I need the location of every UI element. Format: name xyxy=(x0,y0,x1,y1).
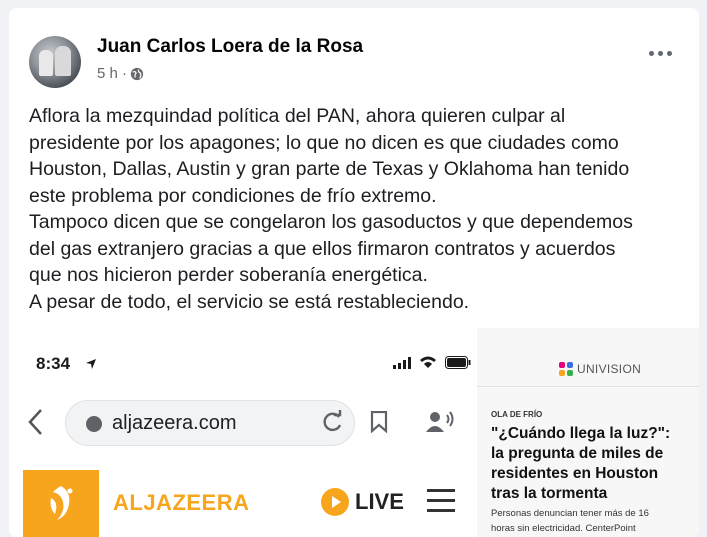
aljazeera-screenshot: 8:34 aljazeera.com ALJAZEERA LIVE xyxy=(9,328,477,537)
post-text: Aflora la mezquindad política del PAN, a… xyxy=(29,103,694,315)
summary-line: Personas denuncian tener más de 16 xyxy=(491,508,649,519)
aljazeera-logo[interactable] xyxy=(23,470,99,537)
article-headline: "¿Cuándo llega la luz?": la pregunta de … xyxy=(491,424,691,504)
aljazeera-emblem-icon xyxy=(50,485,73,520)
live-label: LIVE xyxy=(355,489,404,514)
aljazeera-header: ALJAZEERA LIVE xyxy=(9,470,477,537)
article-kicker: OLA DE FRÍO xyxy=(491,410,543,419)
globe-icon xyxy=(130,67,144,80)
univision-logo-text: UNIVISION xyxy=(577,362,642,376)
site-info-icon[interactable] xyxy=(86,416,102,432)
post-text-line: Tampoco dicen que se congelaron los gaso… xyxy=(29,211,633,233)
phone-status-bar: 8:34 xyxy=(33,354,473,374)
headline-line: residentes en Houston xyxy=(491,465,659,482)
post-meta: 5 h · xyxy=(97,65,144,82)
summary-line: horas sin electricidad. CenterPoint xyxy=(491,523,636,534)
headline-line: "¿Cuándo llega la luz?": xyxy=(491,425,671,442)
reload-icon[interactable] xyxy=(321,410,343,434)
post-time[interactable]: 5 h · xyxy=(97,65,127,82)
menu-icon[interactable] xyxy=(427,489,455,519)
post-text-line: presidente por los apagones; lo que no d… xyxy=(29,131,619,154)
post-text-line: este problema por condiciones de frío ex… xyxy=(29,184,437,207)
headline-line: tras la tormenta xyxy=(491,485,608,502)
battery-icon xyxy=(445,356,471,369)
signal-icon xyxy=(393,356,411,369)
url-text: aljazeera.com xyxy=(112,412,237,434)
listen-icon[interactable] xyxy=(426,410,456,434)
divider xyxy=(477,386,699,387)
univision-logo: UNIVISION xyxy=(559,362,641,376)
aljazeera-name: ALJAZEERA xyxy=(113,490,250,515)
headline-line: la pregunta de miles de xyxy=(491,445,664,462)
univision-emblem-icon xyxy=(559,362,573,376)
live-button[interactable]: LIVE xyxy=(321,488,404,516)
avatar[interactable] xyxy=(29,36,81,88)
back-icon[interactable] xyxy=(27,408,45,436)
phone-time: 8:34 xyxy=(36,354,71,373)
wifi-icon xyxy=(420,356,436,368)
bookmark-icon[interactable] xyxy=(370,411,388,433)
article-summary: Personas denuncian tener más de 16 horas… xyxy=(491,506,696,536)
status-icons xyxy=(393,356,471,369)
play-icon xyxy=(321,488,349,516)
post-card: Juan Carlos Loera de la Rosa 5 h · Aflor… xyxy=(9,8,699,537)
post-text-line: A pesar de todo, el servicio se está res… xyxy=(29,290,470,313)
post-text-line: que nos hicieron perder soberanía energé… xyxy=(29,264,428,286)
attached-image[interactable]: 8:34 aljazeera.com ALJAZEERA LIVE UNIVIS… xyxy=(9,328,699,537)
url-field[interactable]: aljazeera.com xyxy=(65,400,355,446)
post-header: Juan Carlos Loera de la Rosa 5 h · xyxy=(29,28,679,88)
author-name[interactable]: Juan Carlos Loera de la Rosa xyxy=(97,36,363,58)
post-text-line: del gas extranjero gracias a que ellos f… xyxy=(29,237,616,260)
univision-screenshot: UNIVISION OLA DE FRÍO "¿Cuándo llega la … xyxy=(477,328,699,537)
post-text-line: Aflora la mezquindad política del PAN, a… xyxy=(29,105,566,127)
location-arrow-icon xyxy=(86,359,96,369)
browser-url-bar: aljazeera.com xyxy=(19,400,469,446)
post-text-line: Houston, Dallas, Austin y gran parte de … xyxy=(29,158,630,180)
more-options-icon[interactable] xyxy=(645,42,675,64)
